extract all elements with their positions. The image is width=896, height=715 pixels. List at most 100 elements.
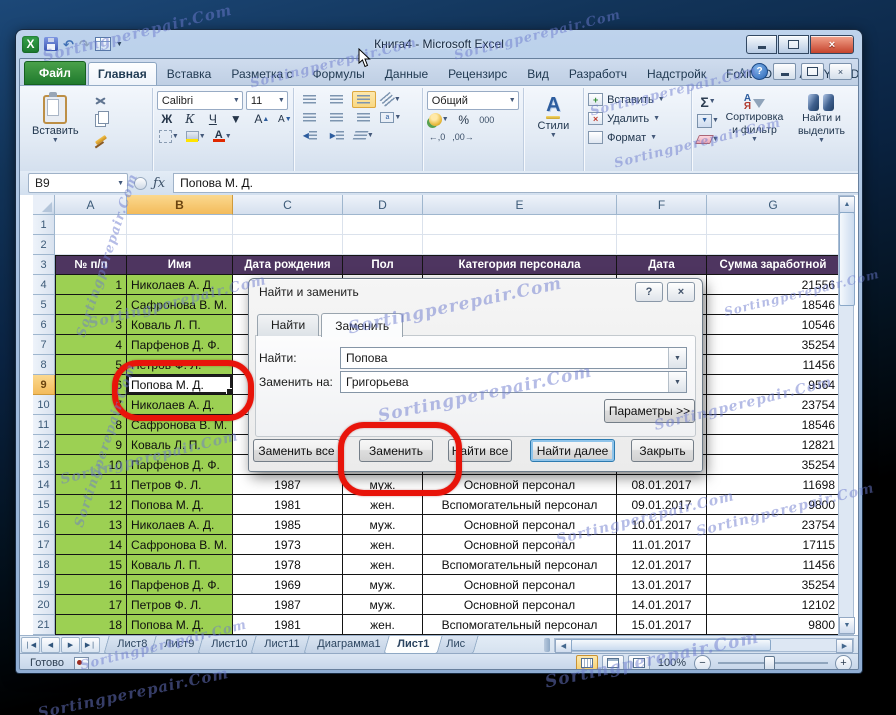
- dialog-button-2[interactable]: Найти все: [448, 439, 512, 462]
- page-break-view-button[interactable]: [628, 655, 650, 671]
- workbook-minimize-button[interactable]: [773, 63, 796, 80]
- cell-G16[interactable]: 23754: [707, 515, 840, 535]
- cell-D1[interactable]: [343, 215, 423, 235]
- zoom-slider[interactable]: [718, 662, 828, 664]
- dialog-button-1[interactable]: Заменить: [359, 439, 433, 462]
- cell-B8[interactable]: Петров Ф. Л.: [127, 355, 233, 375]
- align-top-icon[interactable]: [298, 91, 322, 108]
- cell-C20[interactable]: 1987: [233, 595, 343, 615]
- cell-C3[interactable]: Дата рождения: [233, 255, 343, 275]
- scroll-up-icon[interactable]: ▲: [839, 196, 855, 213]
- cell-C19[interactable]: 1969: [233, 575, 343, 595]
- prev-sheet-icon[interactable]: ◀: [41, 637, 60, 653]
- cell-A12[interactable]: 9: [55, 435, 127, 455]
- sheet-tab-диаграмма1[interactable]: Диаграмма1: [303, 636, 393, 654]
- increase-indent-icon[interactable]: ▶: [325, 127, 349, 144]
- insert-cells-button[interactable]: +Вставить▼: [588, 90, 687, 109]
- scroll-left-icon[interactable]: ◀: [555, 639, 572, 653]
- find-select-button[interactable]: Найти и выделить ▼: [789, 90, 854, 148]
- cell-G13[interactable]: 35254: [707, 455, 840, 475]
- page-layout-view-button[interactable]: [602, 655, 624, 671]
- decrease-indent-icon[interactable]: ◀: [298, 127, 322, 144]
- ribbon-tab-формулы[interactable]: Формулы: [303, 62, 375, 85]
- column-header-C[interactable]: C: [233, 195, 343, 215]
- dialog-button-3[interactable]: Найти далее: [530, 439, 615, 462]
- cell-G3[interactable]: Сумма заработной: [707, 255, 840, 275]
- column-header-G[interactable]: G: [707, 195, 840, 215]
- zoom-out-icon[interactable]: −: [694, 655, 711, 671]
- cell-D16[interactable]: муж.: [343, 515, 423, 535]
- ribbon-tab-вид[interactable]: Вид: [517, 62, 559, 85]
- cell-G18[interactable]: 11456: [707, 555, 840, 575]
- cell-B7[interactable]: Парфенов Д. Ф.: [127, 335, 233, 355]
- cell-B6[interactable]: Коваль Л. П.: [127, 315, 233, 335]
- row-header-7[interactable]: 7: [33, 335, 55, 355]
- formula-input[interactable]: Попова М. Д.: [173, 173, 858, 193]
- cell-A19[interactable]: 16: [55, 575, 127, 595]
- decrease-decimal-icon[interactable]: ,00→: [450, 129, 476, 145]
- column-header-B[interactable]: B: [127, 195, 233, 215]
- column-header-F[interactable]: F: [617, 195, 707, 215]
- options-button[interactable]: Параметры >>: [604, 399, 695, 423]
- cell-B5[interactable]: Сафронова В. М.: [127, 295, 233, 315]
- cell-B13[interactable]: Парфенов Д. Ф.: [127, 455, 233, 475]
- row-header-9[interactable]: 9: [33, 375, 55, 395]
- ribbon-tab-разметка-с[interactable]: Разметка с: [221, 62, 302, 85]
- percent-icon[interactable]: %: [454, 112, 474, 128]
- align-left-icon[interactable]: [298, 109, 322, 126]
- increase-decimal-icon[interactable]: ←,0: [427, 129, 448, 145]
- cell-G19[interactable]: 35254: [707, 575, 840, 595]
- font-size-select[interactable]: 11▼: [246, 91, 288, 110]
- cell-A4[interactable]: 1: [55, 275, 127, 295]
- thousands-icon[interactable]: 000: [477, 112, 497, 128]
- help-icon[interactable]: ?: [751, 63, 768, 80]
- fill-color-icon[interactable]: ▼: [184, 128, 208, 144]
- cell-F3[interactable]: Дата: [617, 255, 707, 275]
- cell-E3[interactable]: Категория персонала: [423, 255, 617, 275]
- next-sheet-icon[interactable]: ▶: [61, 637, 80, 653]
- cell-D15[interactable]: жен.: [343, 495, 423, 515]
- replace-input[interactable]: Григорьева ▼: [340, 371, 687, 393]
- row-header-12[interactable]: 12: [33, 435, 55, 455]
- cell-E16[interactable]: Основной персонал: [423, 515, 617, 535]
- align-center-icon[interactable]: [325, 109, 349, 126]
- align-right-icon[interactable]: [352, 109, 376, 126]
- cell-F17[interactable]: 11.01.2017: [617, 535, 707, 555]
- cell-A11[interactable]: 8: [55, 415, 127, 435]
- cell-F16[interactable]: 10.01.2017: [617, 515, 707, 535]
- cell-B9[interactable]: Попова М. Д.: [127, 375, 233, 395]
- row-header-15[interactable]: 15: [33, 495, 55, 515]
- cell-G8[interactable]: 11456: [707, 355, 840, 375]
- row-header-6[interactable]: 6: [33, 315, 55, 335]
- accounting-format-icon[interactable]: ▼: [427, 111, 451, 128]
- merge-center-icon[interactable]: a▼: [379, 109, 403, 126]
- cell-C16[interactable]: 1985: [233, 515, 343, 535]
- cell-A20[interactable]: 17: [55, 595, 127, 615]
- zoom-slider-thumb[interactable]: [764, 656, 775, 670]
- cell-D14[interactable]: муж.: [343, 475, 423, 495]
- cell-F19[interactable]: 13.01.2017: [617, 575, 707, 595]
- row-header-21[interactable]: 21: [33, 615, 55, 635]
- workbook-close-button[interactable]: ×: [829, 63, 852, 80]
- dialog-button-4[interactable]: Закрыть: [631, 439, 694, 462]
- cell-B19[interactable]: Парфенов Д. Ф.: [127, 575, 233, 595]
- formula-bar-options-icon[interactable]: [134, 177, 147, 190]
- horizontal-scroll-thumb[interactable]: [571, 639, 771, 651]
- minimize-button[interactable]: [746, 35, 777, 54]
- row-header-17[interactable]: 17: [33, 535, 55, 555]
- cell-G21[interactable]: 9800: [707, 615, 840, 635]
- underline-dropdown-icon[interactable]: ▼: [226, 111, 246, 127]
- cell-F21[interactable]: 15.01.2017: [617, 615, 707, 635]
- cell-C1[interactable]: [233, 215, 343, 235]
- ribbon-tab-разработч[interactable]: Разработч: [559, 62, 637, 85]
- cell-A17[interactable]: 14: [55, 535, 127, 555]
- vertical-scrollbar[interactable]: ▲ ▼: [838, 195, 854, 635]
- cell-C14[interactable]: 1987: [233, 475, 343, 495]
- cell-C15[interactable]: 1981: [233, 495, 343, 515]
- cell-E15[interactable]: Вспомогательный персонал: [423, 495, 617, 515]
- zoom-level[interactable]: 100%: [658, 657, 686, 669]
- tab-splitter[interactable]: [544, 638, 550, 652]
- cell-B1[interactable]: [127, 215, 233, 235]
- row-header-13[interactable]: 13: [33, 455, 55, 475]
- row-header-10[interactable]: 10: [33, 395, 55, 415]
